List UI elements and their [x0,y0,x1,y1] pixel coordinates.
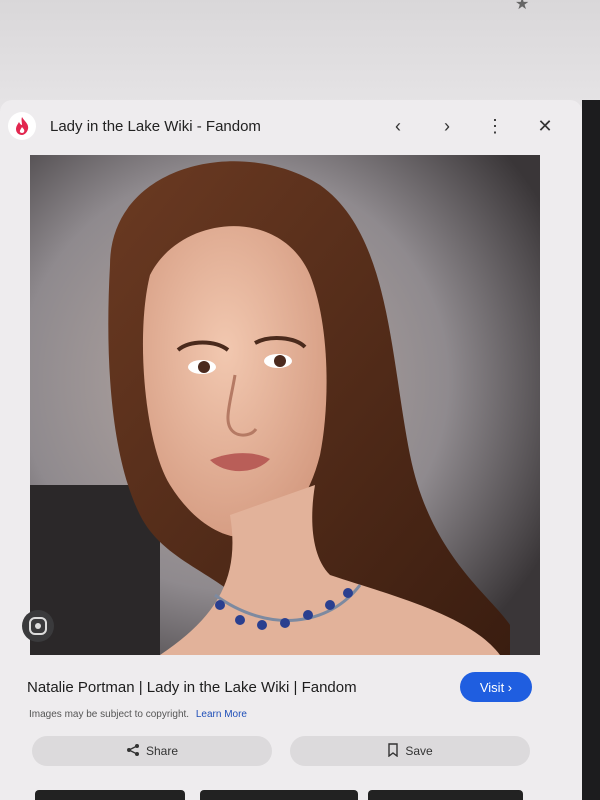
bookmark-icon[interactable]: ★ [515,0,529,14]
save-button[interactable]: Save [290,736,530,766]
next-icon[interactable]: › [434,116,460,137]
copyright-text: Images may be subject to copyright. [29,709,190,720]
share-icon [126,743,140,760]
related-thumbnail[interactable] [35,790,185,800]
fandom-flame-icon [8,112,36,140]
copyright-notice: Images may be subject to copyright. Lear… [29,709,247,720]
site-title[interactable]: Lady in the Lake Wiki - Fandom [50,118,261,135]
related-thumbnail[interactable] [200,790,358,800]
bookmark-save-icon [387,742,399,760]
preview-image[interactable] [30,155,540,655]
image-caption[interactable]: Natalie Portman | Lady in the Lake Wiki … [27,679,357,696]
close-icon[interactable]: ✕ [532,116,558,137]
visit-button[interactable]: Visit › [460,672,532,702]
screen-edge [582,100,600,800]
google-lens-icon[interactable] [22,610,54,642]
learn-more-link[interactable]: Learn More [196,709,247,720]
previous-icon[interactable]: ‹ [385,116,411,137]
more-options-icon[interactable]: ⋮ [482,116,508,137]
related-thumbnail[interactable] [368,790,523,800]
share-button[interactable]: Share [32,736,272,766]
background-page [0,0,600,110]
share-label: Share [145,744,179,758]
save-label: Save [405,744,433,758]
